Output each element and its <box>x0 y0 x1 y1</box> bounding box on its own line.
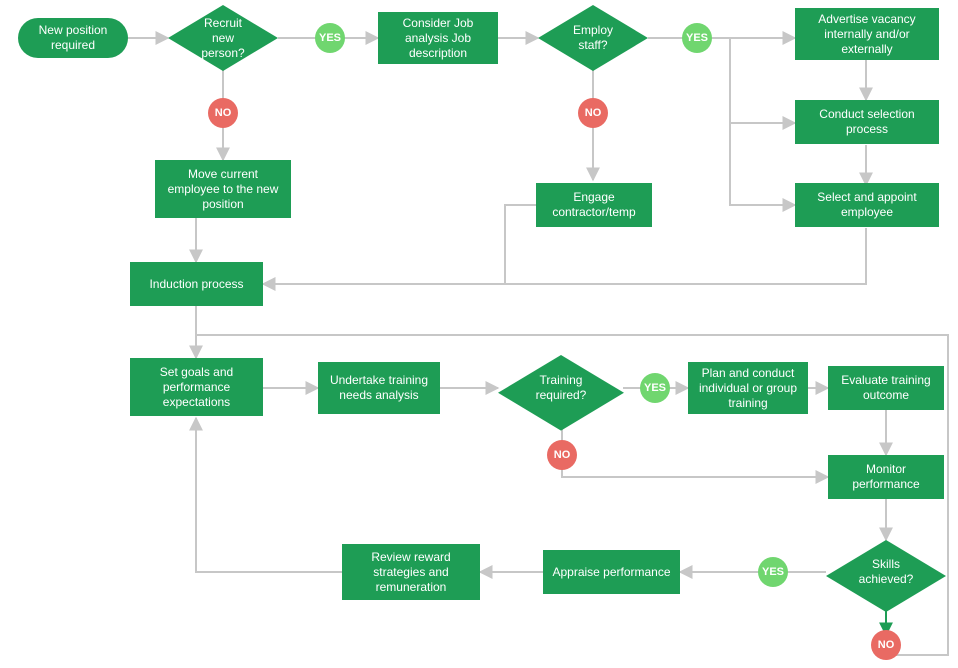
badge-yes-training: YES <box>640 373 670 403</box>
process-move-current-label: Move current employee to the new positio… <box>161 167 285 212</box>
process-monitor-label: Monitor performance <box>834 462 938 492</box>
process-plan-conduct: Plan and conduct individual or group tra… <box>688 362 808 414</box>
process-monitor: Monitor performance <box>828 455 944 499</box>
decision-training: Training required? <box>498 355 624 421</box>
process-select-appoint: Select and appoint employee <box>795 183 939 227</box>
process-appraise-label: Appraise performance <box>552 565 670 580</box>
process-induction: Induction process <box>130 262 263 306</box>
badge-yes-employ: YES <box>682 23 712 53</box>
process-review: Review reward strategies and remuneratio… <box>342 544 480 600</box>
process-engage: Engage contractor/temp <box>536 183 652 227</box>
process-evaluate-label: Evaluate training outcome <box>834 373 938 403</box>
process-review-label: Review reward strategies and remuneratio… <box>348 550 474 595</box>
badge-no-employ: NO <box>578 98 608 128</box>
process-select-appoint-label: Select and appoint employee <box>801 190 933 220</box>
process-advertise-label: Advertise vacancy internally and/or exte… <box>801 12 933 57</box>
decision-skills: Skills achieved? <box>826 540 946 604</box>
decision-skills-label: Skills achieved? <box>832 557 940 587</box>
badge-yes-skills: YES <box>758 557 788 587</box>
process-engage-label: Engage contractor/temp <box>542 190 646 220</box>
process-conduct-sel-label: Conduct selection process <box>801 107 933 137</box>
badge-no-recruit: NO <box>208 98 238 128</box>
decision-employ: Employ staff? <box>538 5 648 71</box>
badge-no-training: NO <box>547 440 577 470</box>
process-undertake-label: Undertake training needs analysis <box>324 373 434 403</box>
decision-employ-label: Employ staff? <box>544 23 642 53</box>
process-set-goals: Set goals and performance expectations <box>130 358 263 416</box>
start-node: New position required <box>18 18 128 58</box>
process-set-goals-label: Set goals and performance expectations <box>136 365 257 410</box>
process-undertake: Undertake training needs analysis <box>318 362 440 414</box>
start-label: New position required <box>24 23 122 53</box>
badge-no-skills: NO <box>871 630 901 660</box>
process-induction-label: Induction process <box>149 277 243 292</box>
process-move-current: Move current employee to the new positio… <box>155 160 291 218</box>
process-plan-conduct-label: Plan and conduct individual or group tra… <box>694 366 802 411</box>
decision-recruit-label: Recruit new person? <box>174 16 272 61</box>
decision-training-label: Training required? <box>504 373 618 403</box>
process-consider: Consider Job analysis Job description <box>378 12 498 64</box>
process-advertise: Advertise vacancy internally and/or exte… <box>795 8 939 60</box>
process-appraise: Appraise performance <box>543 550 680 594</box>
process-consider-label: Consider Job analysis Job description <box>384 16 492 61</box>
process-evaluate: Evaluate training outcome <box>828 366 944 410</box>
process-conduct-sel: Conduct selection process <box>795 100 939 144</box>
badge-yes-recruit: YES <box>315 23 345 53</box>
decision-recruit: Recruit new person? <box>168 5 278 71</box>
